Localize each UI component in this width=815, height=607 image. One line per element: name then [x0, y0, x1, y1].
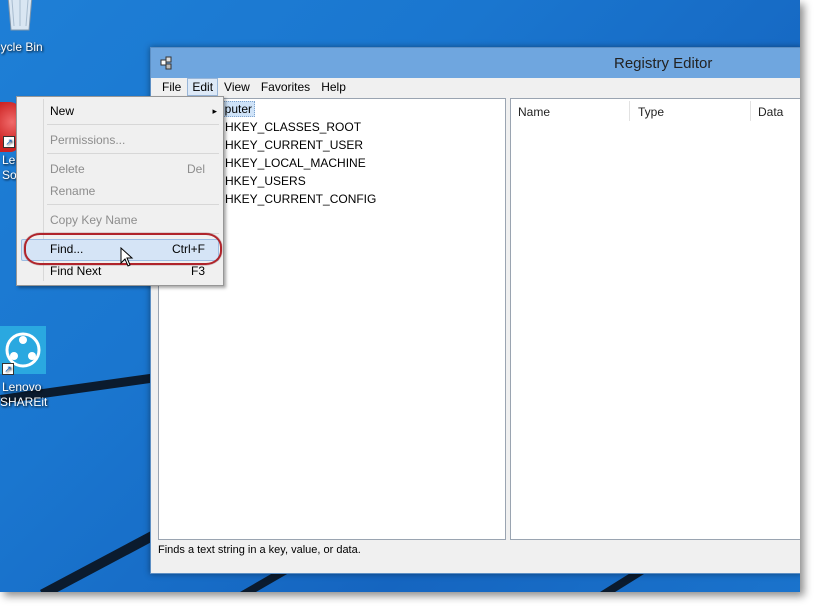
tree-key-hku[interactable]: HKEY_USERS — [225, 174, 306, 188]
registry-editor-window: Registry Editor File Edit View Favorites Hel… — [150, 47, 800, 574]
registry-editor-icon — [160, 56, 172, 70]
title-bar[interactable]: Registry Editor — [151, 48, 800, 78]
menu-item-label: Copy Key Name — [50, 213, 138, 227]
menu-item-label: Find Next — [50, 264, 102, 278]
mouse-pointer-icon — [120, 247, 134, 267]
menu-file[interactable]: File — [157, 78, 186, 96]
column-separator[interactable] — [750, 101, 751, 121]
column-header-name[interactable]: Name — [518, 105, 550, 119]
menu-item-new[interactable]: New ▸ — [50, 101, 217, 121]
desktop-icon-label: SHAREit — [0, 395, 48, 409]
menu-item-label: Permissions... — [50, 133, 126, 147]
menu-view[interactable]: View — [219, 78, 255, 96]
menu-item-delete[interactable]: Delete Del — [50, 159, 205, 179]
menu-item-label: Delete — [50, 162, 85, 176]
tree-key-hkcc[interactable]: HKEY_CURRENT_CONFIG — [225, 192, 376, 206]
menu-separator — [47, 153, 219, 154]
screenshot-frame: ecycle Bin ↗ Le So ↗ Lenovo SHAREit — [0, 0, 800, 592]
menu-item-label: Rename — [50, 184, 96, 198]
tree-key-hklm[interactable]: HKEY_LOCAL_MACHINE — [225, 156, 366, 170]
shortcut-arrow-icon: ↗ — [2, 363, 14, 375]
menu-help[interactable]: Help — [316, 78, 351, 96]
menu-edit[interactable]: Edit — [187, 78, 219, 96]
status-bar: Finds a text string in a key, value, or … — [158, 544, 361, 556]
window-title: Registry Editor — [614, 55, 713, 72]
tree-key-hkcu[interactable]: HKEY_CURRENT_USER — [225, 138, 363, 152]
wallpaper-streak — [40, 528, 160, 592]
submenu-arrow-icon: ▸ — [212, 106, 217, 116]
desktop-icon-label: Lenovo — [2, 380, 42, 394]
column-separator[interactable] — [629, 101, 630, 121]
tree-key-hkcr[interactable]: HKEY_CLASSES_ROOT — [225, 120, 361, 134]
menu-item-copy-key-name[interactable]: Copy Key Name — [50, 210, 205, 230]
menu-item-shortcut: Del — [186, 162, 205, 176]
menu-favorites[interactable]: Favorites — [256, 78, 315, 96]
menu-bar: File Edit View Favorites Help — [157, 78, 352, 98]
menu-item-rename[interactable]: Rename — [50, 181, 205, 201]
column-header-type[interactable]: Type — [638, 105, 664, 119]
values-list-pane[interactable]: Name Type Data — [510, 98, 800, 540]
menu-separator — [47, 204, 219, 205]
column-header-data[interactable]: Data — [758, 105, 783, 119]
menu-separator — [47, 124, 219, 125]
menu-item-permissions[interactable]: Permissions... — [50, 130, 205, 150]
menu-item-label: New — [50, 104, 75, 118]
